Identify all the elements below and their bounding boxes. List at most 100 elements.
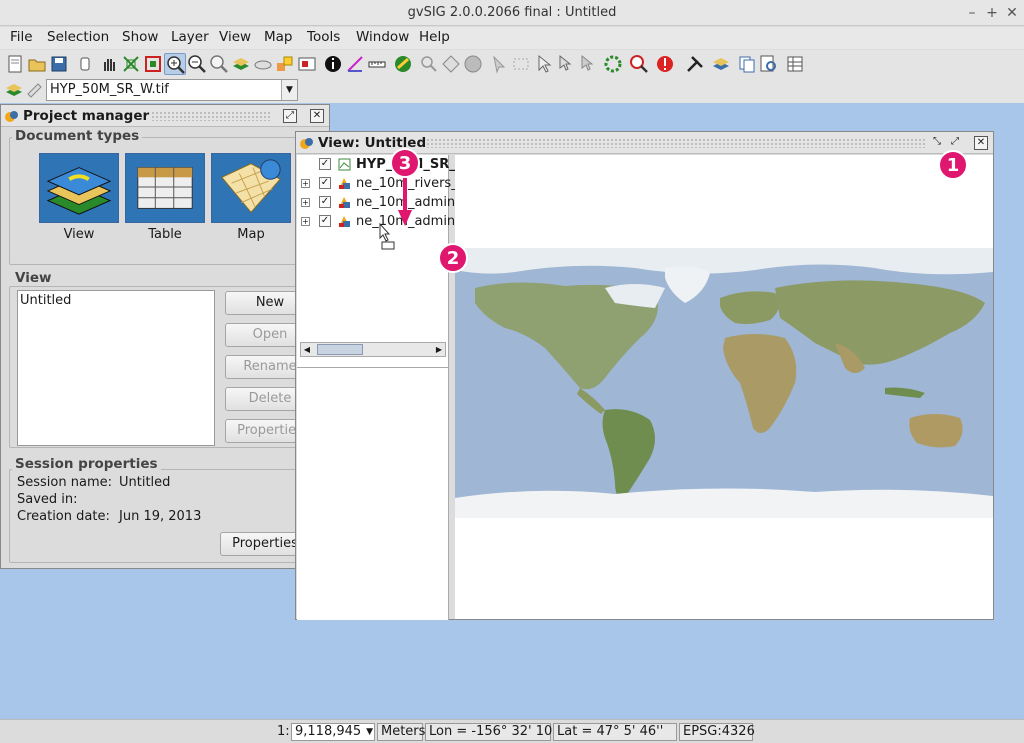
menu-window[interactable]: Window <box>356 29 409 45</box>
select-by-rectangle-icon[interactable] <box>510 53 532 75</box>
toc-layer-row[interactable]: + ✓ ne_10m_admin <box>297 194 455 212</box>
layer-visibility-checkbox[interactable]: ✓ <box>319 177 331 189</box>
measure-area-icon[interactable] <box>344 53 366 75</box>
select-by-point-icon[interactable] <box>488 53 510 75</box>
project-manager-title: Project manager <box>23 108 150 124</box>
pan-icon[interactable] <box>74 53 96 75</box>
zoom-select-icon[interactable] <box>208 53 230 75</box>
vector-layer-icon <box>339 178 350 189</box>
main-toolbar <box>0 50 1024 78</box>
info-icon[interactable] <box>322 53 344 75</box>
zoom-extent-icon[interactable] <box>142 53 164 75</box>
toc-layer-row[interactable]: + ✓ ne_10m_rivers_ <box>297 175 458 193</box>
window-titlebar: gvSIG 2.0.0.2066 final : Untitled – + ✕ <box>0 0 1024 26</box>
copy-icon[interactable] <box>736 53 758 75</box>
title-grip <box>426 138 926 148</box>
maximize-button[interactable]: + <box>982 3 1002 23</box>
doctype-table-button[interactable] <box>125 153 205 223</box>
scroll-thumb[interactable] <box>317 344 363 355</box>
layer-visibility-checkbox[interactable]: ✓ <box>319 215 331 227</box>
dropdown-arrow-icon[interactable]: ▼ <box>281 80 297 100</box>
find-icon[interactable] <box>758 53 780 75</box>
view-layers-icon <box>46 167 112 215</box>
title-grip <box>151 111 271 121</box>
scale-value: 9,118,945 <box>295 724 362 739</box>
zoom-previous-icon[interactable] <box>252 53 274 75</box>
select-point-icon[interactable] <box>418 53 440 75</box>
menu-layer[interactable]: Layer <box>171 29 209 45</box>
layer-selector-bar: HYP_50M_SR_W.tif ▼ <box>0 78 1024 103</box>
maximize-frame-icon[interactable]: ⤢ <box>283 109 297 123</box>
vector-layer-icon <box>339 216 350 227</box>
pointer-icon[interactable] <box>532 53 554 75</box>
menu-view[interactable]: View <box>219 29 251 45</box>
units-field: Meters <box>377 723 425 741</box>
close-window-button[interactable]: ✕ <box>1002 3 1022 23</box>
minimize-frame-icon[interactable]: ⤡ <box>930 136 944 150</box>
active-layer-value: HYP_50M_SR_W.tif <box>50 82 169 97</box>
view-section-label: View <box>12 270 55 286</box>
view-list-item[interactable]: Untitled <box>20 293 71 308</box>
raster-layer-icon <box>338 158 351 171</box>
map-canvas[interactable] <box>455 155 993 619</box>
gvsig-logo-icon <box>5 111 18 122</box>
stop-icon[interactable] <box>654 53 676 75</box>
hyperlink-icon[interactable] <box>392 53 414 75</box>
toc-layer-row[interactable]: + ✓ ne_10m_admin <box>297 213 455 231</box>
query-icon[interactable] <box>628 53 650 75</box>
toc-layer-row[interactable]: ✓ HYP_50M_SR_ <box>297 156 456 174</box>
expand-icon[interactable]: + <box>301 179 310 188</box>
toc-horizontal-scrollbar[interactable]: ◀ ▶ <box>300 342 446 357</box>
creation-date-label: Creation date: <box>17 509 110 524</box>
close-frame-icon[interactable]: ✕ <box>310 109 324 123</box>
select-circle-icon[interactable] <box>462 53 484 75</box>
menu-file[interactable]: File <box>10 29 33 45</box>
scroll-left-icon[interactable]: ◀ <box>301 343 313 356</box>
menu-tools[interactable]: Tools <box>307 29 340 45</box>
new-project-icon[interactable] <box>4 53 26 75</box>
zoom-out-icon[interactable] <box>186 53 208 75</box>
layers-icon[interactable] <box>230 53 252 75</box>
maximize-frame-icon[interactable]: ⤢ <box>948 136 962 150</box>
hand-pan-icon[interactable] <box>98 53 120 75</box>
frame-icon[interactable] <box>296 53 318 75</box>
scale-prefix: 1: <box>277 724 290 739</box>
vector-layer-icon <box>339 197 350 208</box>
select-add-icon[interactable] <box>554 53 576 75</box>
add-layer-icon[interactable] <box>710 53 732 75</box>
menu-help[interactable]: Help <box>419 29 450 45</box>
drag-cursor-icon <box>378 222 398 250</box>
views-list[interactable]: Untitled <box>17 290 215 446</box>
zoom-in-icon[interactable] <box>164 53 186 75</box>
doctype-map-button[interactable] <box>211 153 291 223</box>
expand-icon[interactable]: + <box>301 198 310 207</box>
saved-in-label: Saved in: <box>17 492 78 507</box>
menu-selection[interactable]: Selection <box>47 29 109 45</box>
menu-show[interactable]: Show <box>122 29 158 45</box>
select-polygon-icon[interactable] <box>440 53 462 75</box>
close-frame-icon[interactable]: ✕ <box>974 136 988 150</box>
layer-visibility-checkbox[interactable]: ✓ <box>319 158 331 170</box>
latitude-field: Lat = 47° 5' 46'' <box>553 723 677 741</box>
project-manager-titlebar[interactable]: Project manager ⤢ ✕ <box>1 105 329 127</box>
table-icon[interactable] <box>784 53 806 75</box>
measure-distance-icon[interactable] <box>366 53 388 75</box>
scale-dropdown-icon[interactable]: ▼ <box>366 724 373 740</box>
layer-edit-icon[interactable] <box>24 80 44 100</box>
open-project-icon[interactable] <box>26 53 48 75</box>
select-remove-icon[interactable] <box>576 53 598 75</box>
layer-visibility-checkbox[interactable]: ✓ <box>319 196 331 208</box>
doctype-view-button[interactable] <box>39 153 119 223</box>
expand-icon[interactable]: + <box>301 217 310 226</box>
scroll-right-icon[interactable]: ▶ <box>433 343 445 356</box>
minimize-button[interactable]: – <box>962 3 982 23</box>
scale-combo[interactable]: 9,118,945 ▼ <box>291 723 375 741</box>
layers-stack-icon[interactable] <box>4 80 24 100</box>
geoprocess-icon[interactable] <box>602 53 624 75</box>
save-project-icon[interactable] <box>48 53 70 75</box>
locator-icon[interactable] <box>274 53 296 75</box>
active-layer-dropdown[interactable]: HYP_50M_SR_W.tif ▼ <box>46 79 298 101</box>
tools-icon[interactable] <box>684 53 706 75</box>
menu-map[interactable]: Map <box>264 29 293 45</box>
zoom-full-icon[interactable] <box>120 53 142 75</box>
